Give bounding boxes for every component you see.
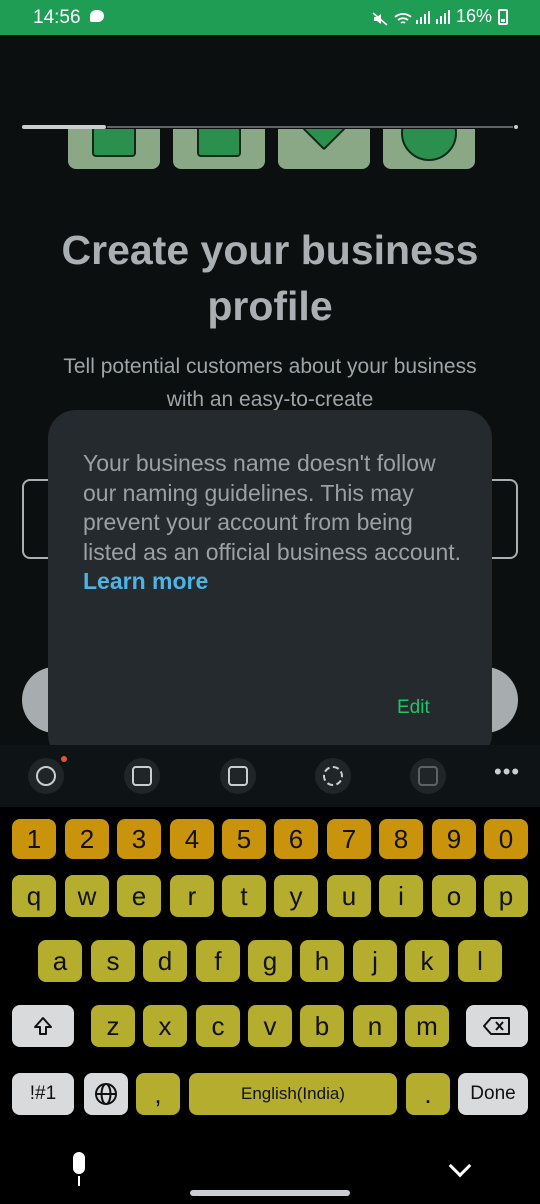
key-0[interactable]: 0 (484, 819, 528, 859)
key-m[interactable]: m (405, 1005, 449, 1047)
key-l[interactable]: l (458, 940, 502, 982)
translate-icon[interactable] (220, 758, 256, 794)
key-g[interactable]: g (248, 940, 292, 982)
key-6[interactable]: 6 (274, 819, 318, 859)
battery-percent: 16% (455, 6, 492, 26)
key-e[interactable]: e (117, 875, 161, 917)
key-s[interactable]: s (91, 940, 135, 982)
dialog-message: Your business name doesn't follow our na… (83, 449, 463, 597)
feature-illustrations (68, 129, 475, 169)
battery-icon (498, 8, 508, 25)
progress-track (107, 126, 513, 128)
backspace-icon (483, 1017, 510, 1035)
key-i[interactable]: i (379, 875, 423, 917)
more-icon[interactable]: ••• (494, 759, 520, 785)
language-key[interactable] (84, 1073, 128, 1115)
progress-end-dot (514, 125, 518, 129)
business-name-input-edge[interactable] (488, 479, 518, 559)
key-t[interactable]: t (222, 875, 266, 917)
key-p[interactable]: p (484, 875, 528, 917)
keyboard-toolbar: ••• (0, 745, 540, 807)
key-r[interactable]: r (170, 875, 214, 917)
key-4[interactable]: 4 (170, 819, 214, 859)
key-7[interactable]: 7 (327, 819, 371, 859)
key-w[interactable]: w (65, 875, 109, 917)
sync-icon[interactable] (410, 758, 446, 794)
notification-dot (61, 756, 67, 762)
call-signal-icon (435, 9, 450, 24)
key-o[interactable]: o (432, 875, 476, 917)
key-n[interactable]: n (353, 1005, 397, 1047)
key-8[interactable]: 8 (379, 819, 423, 859)
key-z[interactable]: z (91, 1005, 135, 1047)
key-1[interactable]: 1 (12, 819, 56, 859)
status-icons: 16% (372, 6, 508, 27)
shift-icon (34, 1017, 52, 1035)
key-c[interactable]: c (196, 1005, 240, 1047)
shift-key[interactable] (12, 1005, 74, 1047)
globe-icon (95, 1083, 117, 1105)
key-j[interactable]: j (353, 940, 397, 982)
key-u[interactable]: u (327, 875, 371, 917)
period-key[interactable]: . (406, 1073, 450, 1115)
dialog-message-text: Your business name doesn't follow our na… (83, 450, 462, 565)
clock: 14:56 (33, 7, 81, 28)
cards-illustration-icon (68, 129, 160, 169)
key-d[interactable]: d (143, 940, 187, 982)
symbols-key[interactable]: !#1 (12, 1073, 74, 1115)
volte-signal-icon (415, 10, 430, 24)
key-y[interactable]: y (274, 875, 318, 917)
comma-key[interactable]: , (136, 1073, 180, 1115)
settings-icon[interactable] (315, 758, 351, 794)
learn-more-link[interactable]: Learn more (83, 568, 208, 594)
key-a[interactable]: a (38, 940, 82, 982)
page-subtitle: Tell potential customers about your busi… (63, 355, 477, 411)
key-v[interactable]: v (248, 1005, 292, 1047)
key-h[interactable]: h (300, 940, 344, 982)
edit-button[interactable]: Edit (397, 697, 430, 719)
wifi-icon (394, 10, 412, 24)
key-5[interactable]: 5 (222, 819, 266, 859)
mute-icon (372, 10, 388, 26)
tag-illustration-icon (278, 129, 370, 169)
key-q[interactable]: q (12, 875, 56, 917)
edit-illustration-icon (173, 129, 265, 169)
microphone-icon[interactable] (66, 1152, 92, 1188)
keyboard: 1 2 3 4 5 6 7 8 9 0 q w e r t y u i o p … (0, 807, 540, 1204)
space-key[interactable]: English(India) (189, 1073, 397, 1115)
chat-icon (90, 10, 104, 22)
status-bar: 14:56 16% (0, 0, 540, 35)
key-3[interactable]: 3 (117, 819, 161, 859)
backspace-key[interactable] (466, 1005, 528, 1047)
key-2[interactable]: 2 (65, 819, 109, 859)
page-title: Create your business profile (61, 227, 479, 329)
emoji-icon[interactable] (28, 758, 64, 794)
clipboard-icon[interactable] (124, 758, 160, 794)
key-9[interactable]: 9 (432, 819, 476, 859)
home-gesture-bar[interactable] (190, 1190, 350, 1196)
clock-illustration-icon (383, 129, 475, 169)
key-x[interactable]: x (143, 1005, 187, 1047)
key-b[interactable]: b (300, 1005, 344, 1047)
naming-guidelines-dialog: Your business name doesn't follow our na… (48, 410, 492, 762)
key-f[interactable]: f (196, 940, 240, 982)
key-k[interactable]: k (405, 940, 449, 982)
done-key[interactable]: Done (458, 1073, 528, 1115)
